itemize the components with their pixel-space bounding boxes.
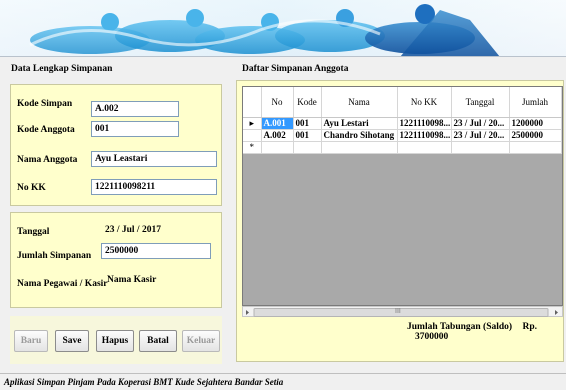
saldo-summary: Jumlah Tabungan (Saldo) Rp. 3700000	[407, 322, 566, 342]
horizontal-scrollbar[interactable]: III	[242, 306, 563, 317]
cell-jumlah[interactable]: 1200000	[509, 117, 562, 130]
jumlah-simpanan-field[interactable]: 2500000	[101, 243, 211, 259]
cell-empty[interactable]	[321, 141, 398, 154]
cell-tanggal[interactable]: 23 / Jul / 20...	[451, 129, 510, 142]
cell-kode[interactable]: 001	[293, 129, 322, 142]
savings-table: No Kode Nama No KK Tanggal Jumlah ▸ A.00…	[243, 87, 562, 154]
baru-button[interactable]: Baru	[14, 330, 48, 352]
cell-no[interactable]: A.002	[261, 129, 294, 142]
saldo-currency: Rp.	[522, 322, 537, 332]
column-header-jumlah[interactable]: Jumlah	[509, 87, 562, 118]
nama-pegawai-value: Nama Kasir	[107, 275, 157, 285]
cell-empty[interactable]	[397, 141, 452, 154]
column-header-kode[interactable]: Kode	[293, 87, 322, 118]
nama-anggota-label: Nama Anggota	[17, 155, 78, 165]
current-row-arrow-icon[interactable]: ▸	[243, 117, 262, 130]
kode-simpan-label: Kode Simpan	[17, 99, 73, 109]
save-button[interactable]: Save	[55, 330, 89, 352]
banner-graphic	[0, 0, 566, 56]
new-row-asterisk-icon[interactable]: *	[243, 141, 262, 154]
column-header-no-kk[interactable]: No KK	[397, 87, 452, 118]
nama-pegawai-label: Nama Pegawai / Kasir	[17, 279, 108, 289]
cell-nama[interactable]: Ayu Lestari	[321, 117, 398, 130]
kode-anggota-field[interactable]: 001	[91, 121, 179, 137]
tanggal-label: Tanggal	[17, 227, 50, 237]
cell-empty[interactable]	[509, 141, 562, 154]
column-header-nama[interactable]: Nama	[321, 87, 398, 118]
tanggal-value[interactable]: 23 / Jul / 2017	[105, 225, 161, 235]
header-banner	[0, 0, 566, 57]
left-group-title: Data Lengkap Simpanan	[11, 64, 113, 74]
batal-button[interactable]: Batal	[139, 330, 177, 352]
new-row[interactable]: *	[243, 141, 562, 154]
column-header-no[interactable]: No	[261, 87, 294, 118]
column-header-tanggal[interactable]: Tanggal	[451, 87, 510, 118]
cell-kode[interactable]: 001	[293, 117, 322, 130]
table-row[interactable]: A.002 001 Chandro Sihotang 1221110098...…	[243, 129, 562, 142]
scroll-left-arrow-icon[interactable]	[246, 310, 249, 315]
jumlah-simpanan-label: Jumlah Simpanan	[17, 251, 92, 261]
cell-no[interactable]: A.001	[261, 117, 294, 130]
nama-anggota-field[interactable]: Ayu Leastari	[91, 151, 217, 167]
cell-nama[interactable]: Chandro Sihotang	[321, 129, 398, 142]
cell-no-kk[interactable]: 1221110098...	[397, 117, 452, 130]
table-row[interactable]: ▸ A.001 001 Ayu Lestari 1221110098... 23…	[243, 117, 562, 130]
right-group-title: Daftar Simpanan Anggota	[242, 64, 349, 74]
member-info-panel: Kode Simpan A.002 Kode Anggota 001 Nama …	[10, 84, 222, 206]
cell-empty[interactable]	[293, 141, 322, 154]
cell-no-kk[interactable]: 1221110098...	[397, 129, 452, 142]
saldo-value: 3700000	[415, 332, 449, 342]
grid-header-row: No Kode Nama No KK Tanggal Jumlah	[243, 87, 562, 118]
scrollbar-grip-icon: III	[395, 308, 401, 315]
kode-anggota-label: Kode Anggota	[17, 125, 75, 135]
cell-empty[interactable]	[261, 141, 294, 154]
savings-grid[interactable]: No Kode Nama No KK Tanggal Jumlah ▸ A.00…	[242, 86, 563, 306]
no-kk-label: No KK	[17, 183, 46, 193]
cell-tanggal[interactable]: 23 / Jul / 20...	[451, 117, 510, 130]
cell-jumlah[interactable]: 2500000	[509, 129, 562, 142]
saldo-label: Jumlah Tabungan (Saldo)	[407, 322, 513, 332]
no-kk-field[interactable]: 1221110098211	[91, 179, 217, 195]
cell-empty[interactable]	[451, 141, 510, 154]
row-header[interactable]	[243, 129, 262, 142]
kode-simpan-field[interactable]: A.002	[91, 101, 179, 117]
status-bar: Aplikasi Simpan Pinjam Pada Koperasi BMT…	[0, 373, 566, 390]
action-buttons: Baru Save Hapus Batal Keluar	[10, 330, 222, 352]
row-header-corner	[243, 87, 262, 118]
savings-info-panel: Tanggal 23 / Jul / 2017 Jumlah Simpanan …	[10, 212, 222, 308]
scroll-right-arrow-icon[interactable]	[555, 310, 558, 315]
scrollbar-thumb[interactable]	[253, 308, 549, 317]
keluar-button[interactable]: Keluar	[182, 330, 220, 352]
hapus-button[interactable]: Hapus	[96, 330, 134, 352]
